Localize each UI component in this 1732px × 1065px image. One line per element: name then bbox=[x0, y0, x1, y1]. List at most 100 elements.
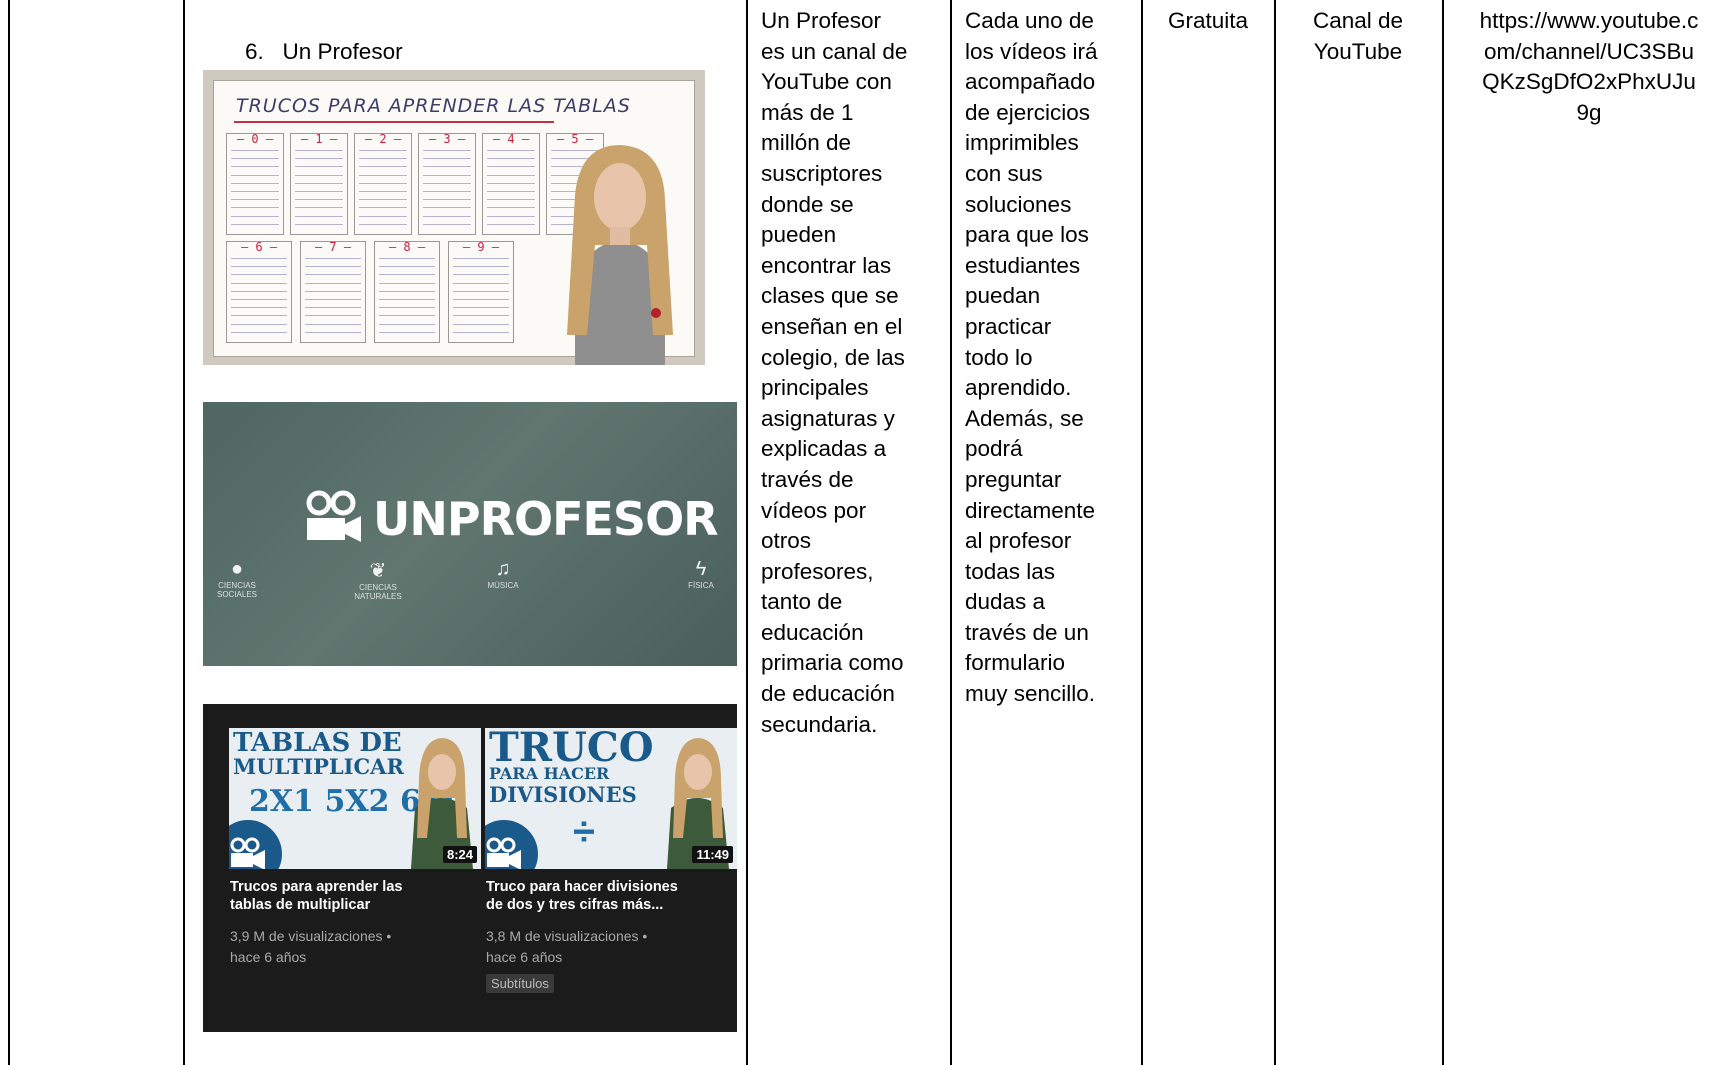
table-row-line bbox=[305, 331, 361, 333]
table-row-line bbox=[423, 174, 471, 176]
table-column: — 2 — bbox=[354, 132, 412, 235]
table-row-line bbox=[453, 315, 509, 317]
table-row-line bbox=[231, 182, 279, 184]
table-border-col2 bbox=[746, 0, 748, 1065]
table-row-line bbox=[231, 223, 279, 225]
video-meta: 3,9 M de visualizaciones • hace 6 años bbox=[230, 928, 392, 965]
table-row-line bbox=[379, 258, 435, 259]
price-text: Gratuita bbox=[1167, 8, 1249, 33]
table-row-line bbox=[379, 323, 435, 325]
lightning-icon: ϟ bbox=[695, 558, 707, 580]
table-row-line bbox=[231, 199, 279, 201]
subject-musica: ♫ MÚSICA bbox=[473, 558, 533, 590]
table-row-line bbox=[453, 307, 509, 309]
table-border-col4 bbox=[1141, 0, 1143, 1065]
table-column: — 8 — bbox=[374, 240, 440, 343]
video-thumbnail[interactable]: TRUCO PARA HACER DIVISIONES ÷ 11:49 bbox=[485, 728, 737, 869]
table-row-line bbox=[379, 282, 435, 284]
table-row-line bbox=[359, 223, 407, 225]
subject-ciencias-naturales: ❦ CIENCIAS NATURALES bbox=[343, 558, 413, 601]
table-row-line bbox=[305, 307, 361, 309]
table-number: — 8 — bbox=[388, 240, 426, 254]
table-number: — 0 — bbox=[236, 132, 274, 146]
table-row-line bbox=[423, 199, 471, 201]
banner-logo-text: UNPROFESOR bbox=[373, 492, 719, 546]
music-note-icon: ♫ bbox=[495, 558, 511, 580]
channel-url-link[interactable]: https://www.youtube.c om/channel/UC3SBu … bbox=[1446, 6, 1732, 128]
table-row-line bbox=[487, 191, 535, 192]
table-row-line bbox=[359, 215, 407, 217]
video-title[interactable]: Trucos para aprender las tablas de multi… bbox=[230, 878, 402, 914]
table-border-col6 bbox=[1442, 0, 1444, 1065]
table-border-col1 bbox=[183, 0, 185, 1065]
table-column: — 1 — bbox=[290, 132, 348, 235]
table-row-line bbox=[231, 207, 279, 209]
table-row-line bbox=[295, 191, 343, 192]
camera-logo-icon bbox=[306, 490, 361, 542]
table-row-line bbox=[379, 299, 435, 300]
table-row-line bbox=[487, 158, 535, 160]
table-number: — 3 — bbox=[428, 132, 466, 146]
table-border-col5 bbox=[1274, 0, 1276, 1065]
table-row-line bbox=[379, 307, 435, 309]
table-row-line bbox=[379, 290, 435, 292]
table-row-line bbox=[231, 282, 287, 284]
table-row-line bbox=[305, 258, 361, 259]
table-row-line bbox=[295, 174, 343, 176]
video-duration: 8:24 bbox=[442, 846, 477, 863]
table-row-line bbox=[453, 266, 509, 268]
video-title[interactable]: Truco para hacer divisiones de dos y tre… bbox=[486, 878, 678, 914]
table-row-line bbox=[305, 315, 361, 317]
table-row-line bbox=[305, 299, 361, 300]
table-border-col3 bbox=[950, 0, 952, 1065]
subject-label: MÚSICA bbox=[487, 581, 519, 590]
table-row-line bbox=[453, 282, 509, 284]
item-number: 6. bbox=[245, 38, 264, 64]
table-row-line bbox=[305, 274, 361, 276]
table-column: — 9 — bbox=[448, 240, 514, 343]
table-number: — 2 — bbox=[364, 132, 402, 146]
table-row-line bbox=[487, 199, 535, 201]
table-row-line bbox=[231, 315, 287, 317]
table-row-line bbox=[453, 290, 509, 292]
table-row-line bbox=[423, 166, 471, 168]
table-number: — 9 — bbox=[462, 240, 500, 254]
subtitles-badge: Subtítulos bbox=[486, 974, 554, 993]
table-row-line bbox=[487, 150, 535, 151]
table-row-line bbox=[231, 307, 287, 309]
table-row-line bbox=[359, 158, 407, 160]
table-row-line bbox=[453, 299, 509, 300]
table-row-line bbox=[231, 174, 279, 176]
board-underline bbox=[234, 121, 554, 123]
table-row-line bbox=[295, 215, 343, 217]
table-row-line bbox=[231, 166, 279, 168]
table-row-line bbox=[487, 174, 535, 176]
table-column: — 0 — bbox=[226, 132, 284, 235]
table-row-line bbox=[453, 331, 509, 333]
whiteboard-video-image: TRUCOS PARA APRENDER LAS TABLAS — 0 — — 1… bbox=[203, 70, 705, 365]
unprofesor-banner-image: UNPROFESOR ● CIENCIAS SOCIALES ❦ CIENCIA… bbox=[203, 402, 737, 666]
table-column: — 6 — bbox=[226, 240, 292, 343]
item-heading: 6. Un Profesor bbox=[245, 6, 403, 67]
table-row-line bbox=[231, 290, 287, 292]
table-row-line bbox=[423, 207, 471, 209]
features-text: Cada uno de los vídeos irá acompañado de… bbox=[965, 8, 1098, 707]
table-row-line bbox=[423, 191, 471, 192]
video-thumbnail[interactable]: TABLAS DE MULTIPLICAR 2X1 5X2 6X9 8:24 bbox=[229, 728, 481, 869]
table-row-line bbox=[423, 223, 471, 225]
table-row-line bbox=[231, 191, 279, 192]
thumb-title-line3: DIVISIONES bbox=[489, 782, 637, 807]
youtube-videos-image: TABLAS DE MULTIPLICAR 2X1 5X2 6X9 8:24 T… bbox=[203, 704, 737, 1032]
table-row-line bbox=[423, 182, 471, 184]
subject-label: FÍSICA bbox=[688, 581, 714, 590]
table-number: — 6 — bbox=[240, 240, 278, 254]
table-row-line bbox=[231, 331, 287, 333]
table-row-line bbox=[231, 266, 287, 268]
table-border-left bbox=[8, 0, 10, 1065]
thumb-title-line2: MULTIPLICAR bbox=[233, 754, 404, 779]
table-row-line bbox=[379, 315, 435, 317]
teacher-figure bbox=[567, 145, 673, 365]
table-row-line bbox=[453, 258, 509, 259]
table-row-line bbox=[231, 323, 287, 325]
table-row-line bbox=[295, 223, 343, 225]
